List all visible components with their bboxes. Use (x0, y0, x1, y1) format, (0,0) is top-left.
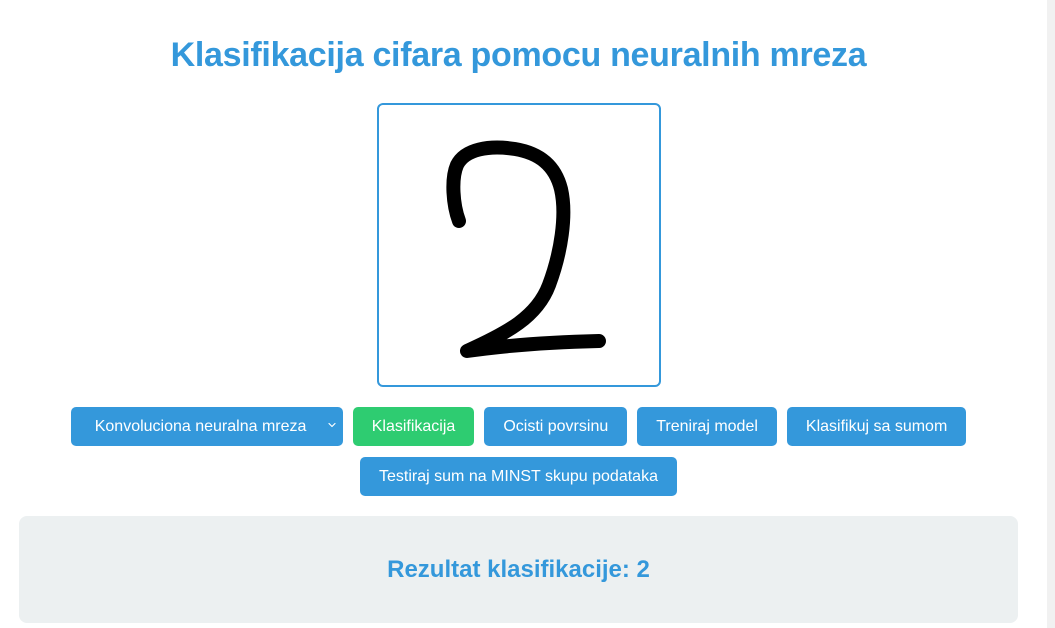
scrollbar[interactable] (1047, 0, 1055, 628)
result-text: Rezultat klasifikacije: 2 (387, 556, 650, 583)
controls-row-1: Konvoluciona neuralna mreza Klasifikacij… (0, 407, 1037, 446)
chevron-down-icon (328, 422, 336, 428)
page: Klasifikacija cifara pomocu neuralnih mr… (0, 0, 1055, 628)
test-noise-mnist-button[interactable]: Testiraj sum na MINST skupu podataka (360, 457, 677, 496)
classify-button[interactable]: Klasifikacija (352, 407, 475, 446)
page-title: Klasifikacija cifara pomocu neuralnih mr… (170, 36, 867, 74)
train-model-button[interactable]: Treniraj model (637, 407, 777, 446)
drawing-canvas[interactable] (377, 103, 661, 387)
controls-row-2: Testiraj sum na MINST skupu podataka (0, 457, 1037, 496)
clear-canvas-button[interactable]: Ocisti povrsinu (484, 407, 628, 446)
result-panel: Rezultat klasifikacije: 2 (19, 516, 1018, 623)
classify-with-noise-button[interactable]: Klasifikuj sa sumom (786, 407, 967, 446)
drawn-digit (446, 140, 606, 358)
model-select[interactable]: Konvoluciona neuralna mreza (70, 407, 343, 446)
model-select-value: Konvoluciona neuralna mreza (94, 417, 307, 435)
